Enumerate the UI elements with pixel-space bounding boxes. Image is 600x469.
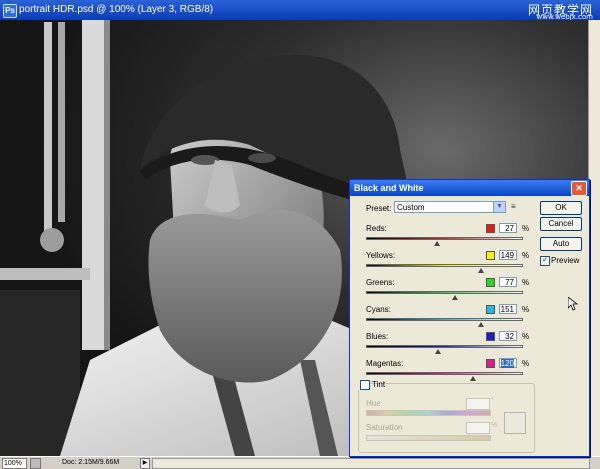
- preset-value: Custom: [397, 203, 425, 212]
- channel-value-input[interactable]: 77: [499, 277, 517, 287]
- channel-slider-thumb[interactable]: [434, 241, 440, 246]
- channel-label: Blues:: [366, 332, 389, 341]
- channel-value-text: 120: [500, 359, 514, 368]
- channel-slider-thumb[interactable]: [478, 268, 484, 273]
- saturation-label: Saturation: [366, 423, 403, 432]
- channel-row: Yellows: 149%: [366, 250, 531, 277]
- channel-value-text: 77: [505, 278, 514, 287]
- tint-label: Tint: [372, 380, 386, 389]
- channel-slider-track[interactable]: [366, 237, 523, 240]
- status-info-icon[interactable]: [30, 458, 41, 469]
- tint-option[interactable]: Tint: [358, 380, 385, 390]
- channel-color-swatch: [486, 359, 495, 368]
- channel-color-swatch: [486, 332, 495, 341]
- channel-slider-track[interactable]: [366, 264, 523, 267]
- channel-label: Greens:: [366, 278, 395, 287]
- channel-row: Magentas: 120%: [366, 358, 531, 385]
- channel-slider-track[interactable]: [366, 291, 523, 294]
- channel-value-text: 149: [500, 251, 514, 260]
- saturation-input[interactable]: [466, 422, 490, 434]
- channel-value-input[interactable]: 120: [499, 358, 517, 368]
- channel-label: Reds:: [366, 224, 387, 233]
- channel-slider-track[interactable]: [366, 372, 523, 375]
- channel-color-swatch: [486, 305, 495, 314]
- channel-label: Magentas:: [366, 359, 404, 368]
- channel-slider-thumb[interactable]: [435, 349, 441, 354]
- close-icon[interactable]: ✕: [571, 181, 587, 196]
- channel-value-input[interactable]: 27: [499, 223, 517, 233]
- channel-value-text: 151: [500, 305, 514, 314]
- doc-size-info: Doc: 2.15M/9.66M: [62, 459, 120, 466]
- channel-slider-thumb[interactable]: [452, 295, 458, 300]
- preset-dropdown[interactable]: Custom ▼: [394, 201, 506, 213]
- channel-slider-thumb[interactable]: [478, 322, 484, 327]
- channel-color-swatch: [486, 224, 495, 233]
- preset-options-icon[interactable]: ≡: [511, 202, 521, 212]
- channel-value-input[interactable]: 151: [499, 304, 517, 314]
- document-title: portrait HDR.psd @ 100% (Layer 3, RGB/8): [19, 4, 214, 15]
- tint-color-swatch[interactable]: [504, 412, 526, 434]
- auto-button[interactable]: Auto: [540, 237, 582, 251]
- document-titlebar[interactable]: Ps portrait HDR.psd @ 100% (Layer 3, RGB…: [0, 0, 600, 21]
- percent-sign: %: [522, 305, 530, 314]
- status-bar: 100% Doc: 2.15M/9.66M ▶: [0, 456, 600, 469]
- percent-sign: %: [522, 359, 530, 368]
- percent-sign: %: [522, 224, 530, 233]
- horizontal-scrollbar[interactable]: [152, 458, 590, 469]
- ok-button[interactable]: OK: [540, 201, 582, 215]
- tint-checkbox[interactable]: [360, 380, 370, 390]
- preview-label: Preview: [551, 256, 580, 265]
- channel-value-text: 27: [505, 224, 514, 233]
- hue-label: Hue: [366, 399, 381, 408]
- preview-checkbox[interactable]: ✔: [540, 256, 550, 266]
- channel-slider-track[interactable]: [366, 318, 523, 321]
- saturation-slider[interactable]: [366, 435, 491, 441]
- channel-row: Blues: 32%: [366, 331, 531, 358]
- cancel-button[interactable]: Cancel: [540, 217, 582, 231]
- hue-input[interactable]: [466, 398, 490, 410]
- percent-sign: %: [522, 278, 530, 287]
- zoom-field[interactable]: 100%: [2, 458, 27, 469]
- mouse-pointer-icon: [568, 297, 578, 311]
- dialog-title: Black and White: [354, 183, 424, 193]
- channel-slider-thumb[interactable]: [470, 376, 476, 381]
- hue-unit: °: [491, 397, 494, 404]
- channel-value-text: 32: [505, 332, 514, 341]
- percent-sign: %: [522, 251, 530, 260]
- channel-row: Greens: 77%: [366, 277, 531, 304]
- black-and-white-dialog: Black and White ✕ Preset: Custom ▼ ≡ OK …: [349, 179, 590, 457]
- channel-color-swatch: [486, 278, 495, 287]
- photoshop-doc-icon: Ps: [3, 4, 17, 18]
- watermark: 网页教学网 www.webjx.com: [493, 1, 597, 21]
- channel-row: Cyans: 151%: [366, 304, 531, 331]
- channel-row: Reds: 27%: [366, 223, 531, 250]
- percent-sign: %: [522, 332, 530, 341]
- channel-value-input[interactable]: 32: [499, 331, 517, 341]
- status-menu-arrow-icon[interactable]: ▶: [140, 458, 150, 469]
- channel-slider-track[interactable]: [366, 345, 523, 348]
- hue-slider[interactable]: [366, 410, 491, 416]
- channel-color-swatch: [486, 251, 495, 260]
- chevron-down-icon[interactable]: ▼: [493, 202, 505, 212]
- dialog-titlebar[interactable]: Black and White ✕: [350, 180, 589, 196]
- preset-label: Preset:: [366, 204, 392, 213]
- saturation-unit: %: [491, 422, 498, 429]
- channel-label: Yellows:: [366, 251, 396, 260]
- channel-label: Cyans:: [366, 305, 391, 314]
- channel-value-input[interactable]: 149: [499, 250, 517, 260]
